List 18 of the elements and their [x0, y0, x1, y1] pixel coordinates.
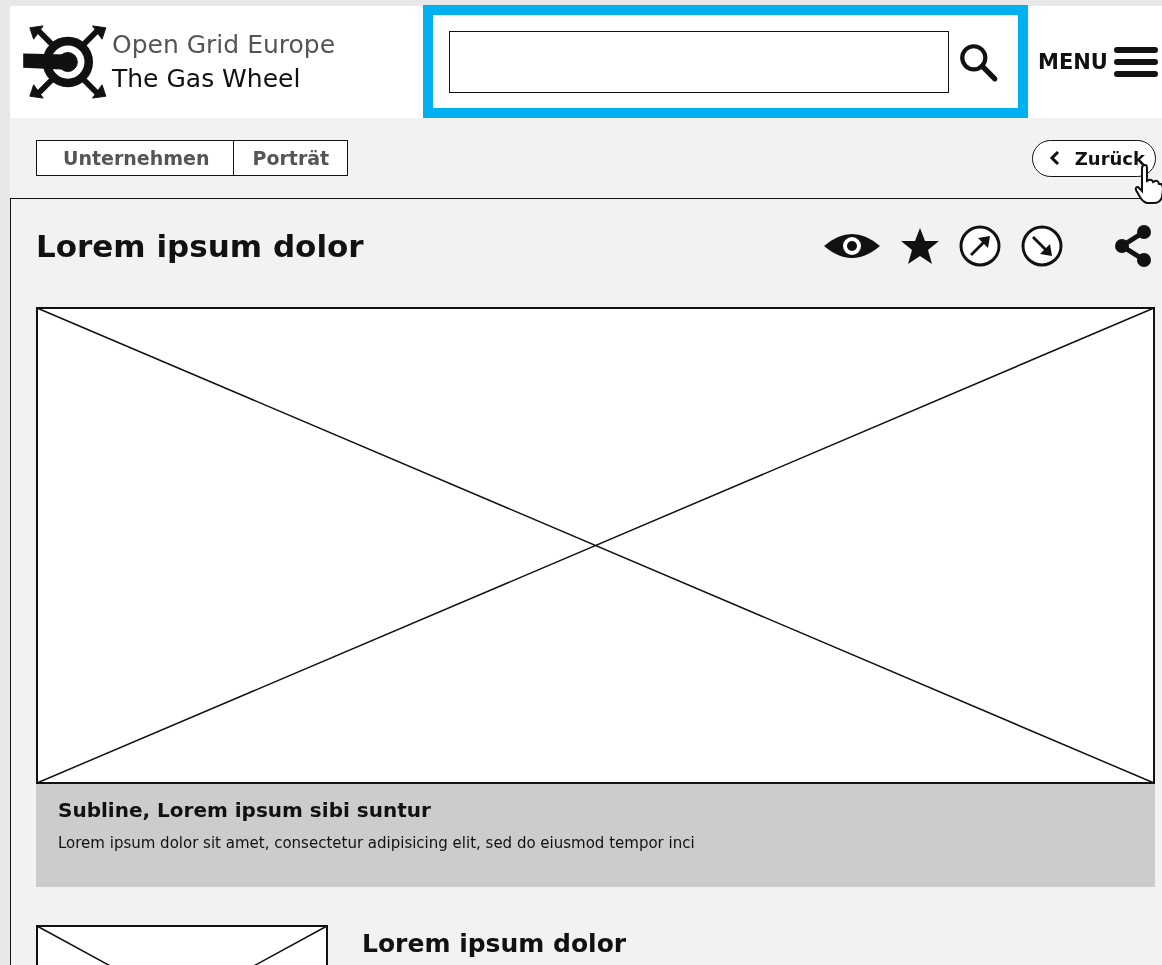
article-title: Lorem ipsum dolor: [36, 228, 364, 264]
star-icon[interactable]: [900, 226, 940, 266]
menu-button[interactable]: MENU: [1038, 45, 1158, 79]
arrow-up-right-circle-icon[interactable]: [958, 224, 1002, 268]
arrow-down-right-circle-icon[interactable]: [1020, 224, 1064, 268]
menu-icon: [1113, 45, 1158, 79]
breadcrumb-link[interactable]: Porträt: [233, 141, 348, 175]
caption-subline: Subline, Lorem ipsum sibi suntur: [58, 798, 432, 822]
logo-product-name: The Gas Wheel: [112, 63, 302, 95]
caption-text: Lorem ipsum dolor sit amet, consectetur adipisicing elit, sed do eiusmod tempor inci: [58, 834, 696, 852]
gas-wheel-logo-icon: [22, 24, 108, 100]
back-button[interactable]: Zurück: [1031, 139, 1156, 177]
search-field[interactable]: [449, 30, 949, 93]
breadcrumb-link[interactable]: Unternehmen: [37, 141, 234, 175]
logo-company-name: Open Grid Europe: [112, 29, 336, 61]
share-icon[interactable]: [1114, 224, 1154, 268]
teaser-title: Lorem ipsum dolor: [362, 929, 627, 960]
chevron-left-icon: [1048, 149, 1061, 167]
